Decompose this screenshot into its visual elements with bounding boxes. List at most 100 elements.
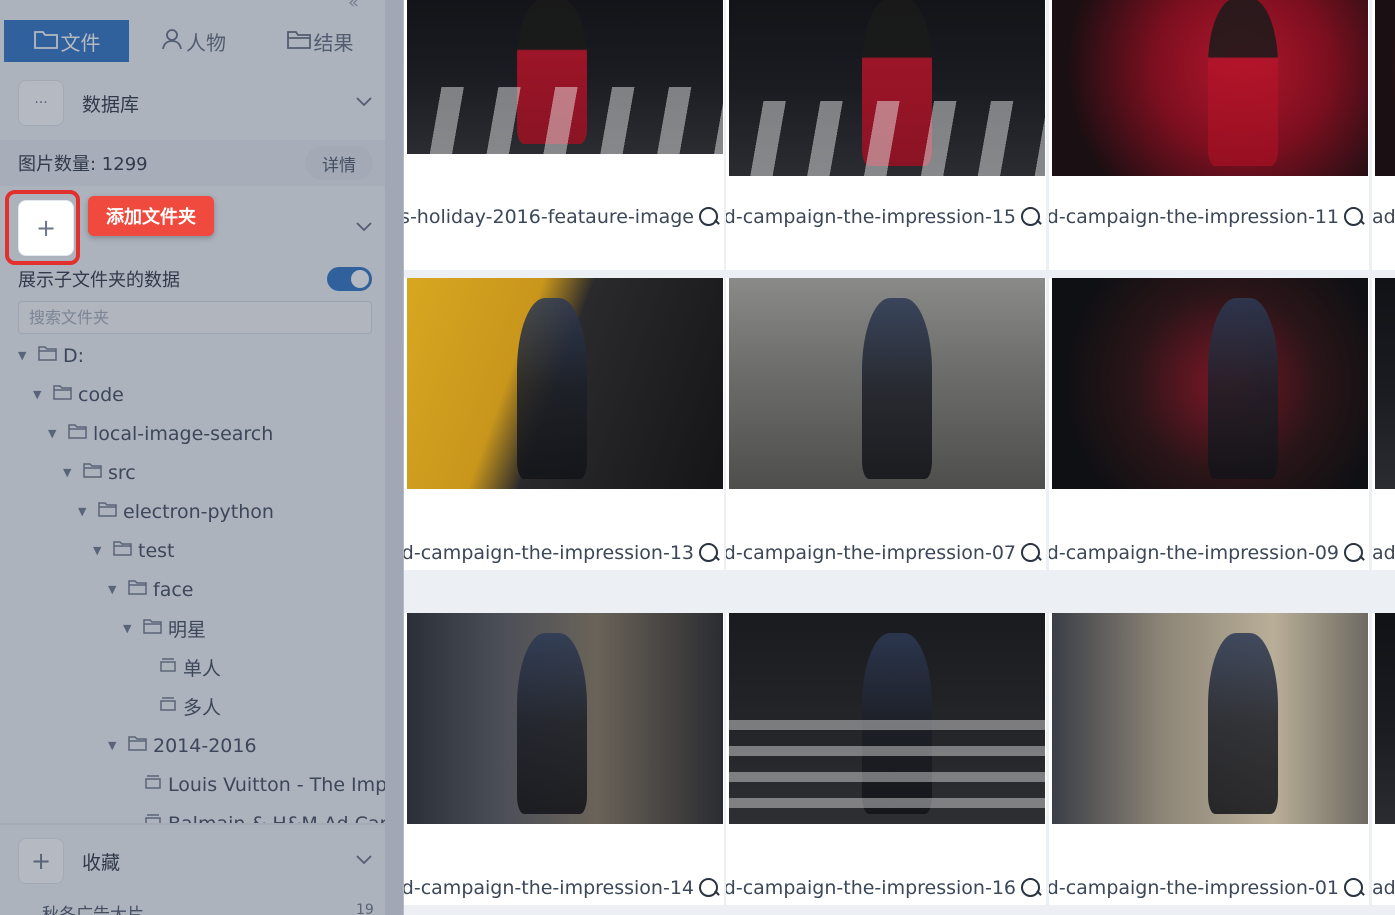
favorite-item[interactable]: 秋冬广告大片 [42, 900, 144, 915]
database-title: 数据库 [82, 93, 140, 116]
tab-results[interactable]: 结果 [257, 20, 382, 62]
thumbnail-image[interactable] [1052, 613, 1368, 824]
thumbnail-image[interactable] [729, 0, 1045, 176]
thumbnail-image[interactable] [729, 278, 1045, 489]
caret-down-icon[interactable]: ▼ [63, 466, 78, 479]
tree-node-label: local-image-search [93, 422, 274, 445]
caret-down-icon[interactable]: ▼ [93, 544, 108, 557]
tree-node[interactable]: ▼ D: [18, 336, 84, 375]
tree-node-label: electron-python [123, 500, 274, 523]
tab-files[interactable]: 文件 [4, 20, 129, 62]
tree-node-label: test [138, 539, 175, 562]
tree-node[interactable]: ▼ 明星 [123, 609, 206, 648]
image-card[interactable]: ad-campaign-the-impression-11 [1049, 0, 1369, 270]
caret-down-icon[interactable]: ▼ [123, 622, 138, 635]
database-panel-header[interactable]: ··· 数据库 [18, 80, 382, 126]
search-icon[interactable] [1343, 542, 1365, 564]
search-icon[interactable] [1020, 542, 1042, 564]
caret-down-icon[interactable]: ▼ [78, 505, 93, 518]
thumbnail-image[interactable] [407, 278, 723, 489]
search-icon[interactable] [698, 206, 720, 228]
image-card[interactable]: ad-campaign-the-impression-16 [726, 613, 1046, 905]
photo-figure [517, 0, 587, 144]
search-icon[interactable] [1343, 877, 1365, 899]
tree-node[interactable]: 多人 [138, 687, 221, 726]
tree-node-label: face [153, 578, 194, 601]
tree-node[interactable]: ▼ test [93, 531, 175, 570]
search-icon[interactable] [1020, 206, 1042, 228]
thumbnail-image[interactable] [1052, 278, 1368, 489]
thumbnail-image[interactable] [1375, 0, 1395, 176]
caret-down-icon[interactable]: ▼ [108, 739, 123, 752]
collapse-sidebar-icon[interactable]: « [348, 0, 359, 13]
tree-node-label: D: [63, 344, 85, 367]
tree-node-label: code [78, 383, 124, 406]
more-button[interactable]: ··· [18, 80, 64, 126]
image-card[interactable]: ad-campaign-the-impression-09 [1049, 278, 1369, 570]
tree-node[interactable]: Louis Vuitton - The Imp [123, 765, 385, 804]
search-icon[interactable] [698, 877, 720, 899]
sidebar-tabs: 文件 人物 结果 [4, 20, 382, 62]
image-card[interactable]: ad [1372, 0, 1395, 270]
caret-down-icon[interactable]: ▼ [48, 427, 63, 440]
tree-node[interactable]: 单人 [138, 648, 221, 687]
thumbnail-image[interactable] [407, 613, 723, 824]
image-card[interactable]: ad-campaign-the-impression-01 [1049, 613, 1369, 905]
image-caption: ad [1372, 200, 1395, 234]
search-icon[interactable] [1343, 206, 1365, 228]
caret-down-icon[interactable]: ▼ [18, 349, 33, 362]
tree-node-label: 明星 [168, 619, 207, 641]
search-icon[interactable] [698, 542, 720, 564]
folder-icon [123, 735, 153, 756]
photo-figure [862, 298, 932, 479]
favorites-title: 收藏 [82, 851, 121, 874]
search-icon[interactable] [1020, 877, 1042, 899]
add-favorite-button[interactable]: + [18, 838, 64, 884]
image-card[interactable]: ad-campaign-the-impression-13 [404, 278, 724, 570]
image-card[interactable]: ad-campaign-the-impression-07 [726, 278, 1046, 570]
image-card[interactable]: ad-campaign-the-impression-14 [404, 613, 724, 905]
show-subfolders-toggle[interactable] [327, 267, 372, 291]
image-card[interactable]: ad [1372, 613, 1395, 905]
tree-node[interactable]: ▼ local-image-search [48, 414, 273, 453]
favorite-item-count: 19 [356, 902, 374, 915]
thumbnail-image[interactable] [1375, 278, 1395, 489]
image-filename: ad [1372, 206, 1395, 228]
caret-down-icon[interactable]: ▼ [33, 388, 48, 401]
image-card[interactable]: mk-rs-holiday-2016-feataure-image [404, 0, 724, 270]
show-subfolders-label: 展示子文件夹的数据 [18, 270, 180, 291]
more-icon: ··· [34, 95, 48, 111]
tree-node[interactable]: ▼ code [33, 375, 124, 414]
tree-node[interactable]: ▼ electron-python [78, 492, 274, 531]
thumbnail-image[interactable] [1052, 0, 1368, 176]
caret-down-icon[interactable]: ▼ [108, 583, 123, 596]
image-card[interactable]: ad [1372, 278, 1395, 570]
tab-people[interactable]: 人物 [129, 20, 257, 62]
thumbnail-image[interactable] [729, 613, 1045, 824]
sidebar-scrollbar[interactable] [385, 0, 403, 915]
chevron-down-icon[interactable] [356, 95, 372, 111]
folder-icon [33, 345, 63, 366]
thumbnail-image[interactable] [1375, 613, 1395, 824]
favorites-panel-header[interactable]: + 收藏 [18, 838, 382, 884]
folder-stack-icon [153, 696, 183, 717]
image-filename: ad-campaign-the-impression-09 [1049, 542, 1339, 564]
chevron-down-icon[interactable] [356, 853, 372, 869]
detail-button[interactable]: 详情 [305, 146, 373, 180]
image-filename: ad-campaign-the-impression-14 [404, 877, 694, 899]
image-card[interactable]: ad-campaign-the-impression-15 [726, 0, 1046, 270]
thumbnail-image[interactable] [407, 0, 723, 154]
tree-node[interactable]: ▼ src [63, 453, 136, 492]
tree-node[interactable]: ▼ face [108, 570, 193, 609]
tree-node-label: Louis Vuitton - The Imp [168, 773, 385, 796]
photo-figure [1208, 298, 1278, 479]
tree-node[interactable]: ▼ 2014-2016 [108, 726, 257, 765]
folder-search-input[interactable] [18, 301, 372, 334]
image-filename: mk-rs-holiday-2016-feataure-image [404, 206, 694, 228]
tree-node[interactable]: Balmain & H&M Ad Car [123, 804, 385, 824]
image-filename: ad-campaign-the-impression-16 [726, 877, 1016, 899]
chevron-down-icon[interactable] [356, 220, 372, 236]
image-caption: ad [1372, 536, 1395, 570]
add-folder-tooltip: 添加文件夹 [88, 196, 214, 236]
sidebar: « 文件 人物 结果 ··· 数据库 图片数量: 1299 详情 + 展示子文件… [0, 0, 395, 915]
